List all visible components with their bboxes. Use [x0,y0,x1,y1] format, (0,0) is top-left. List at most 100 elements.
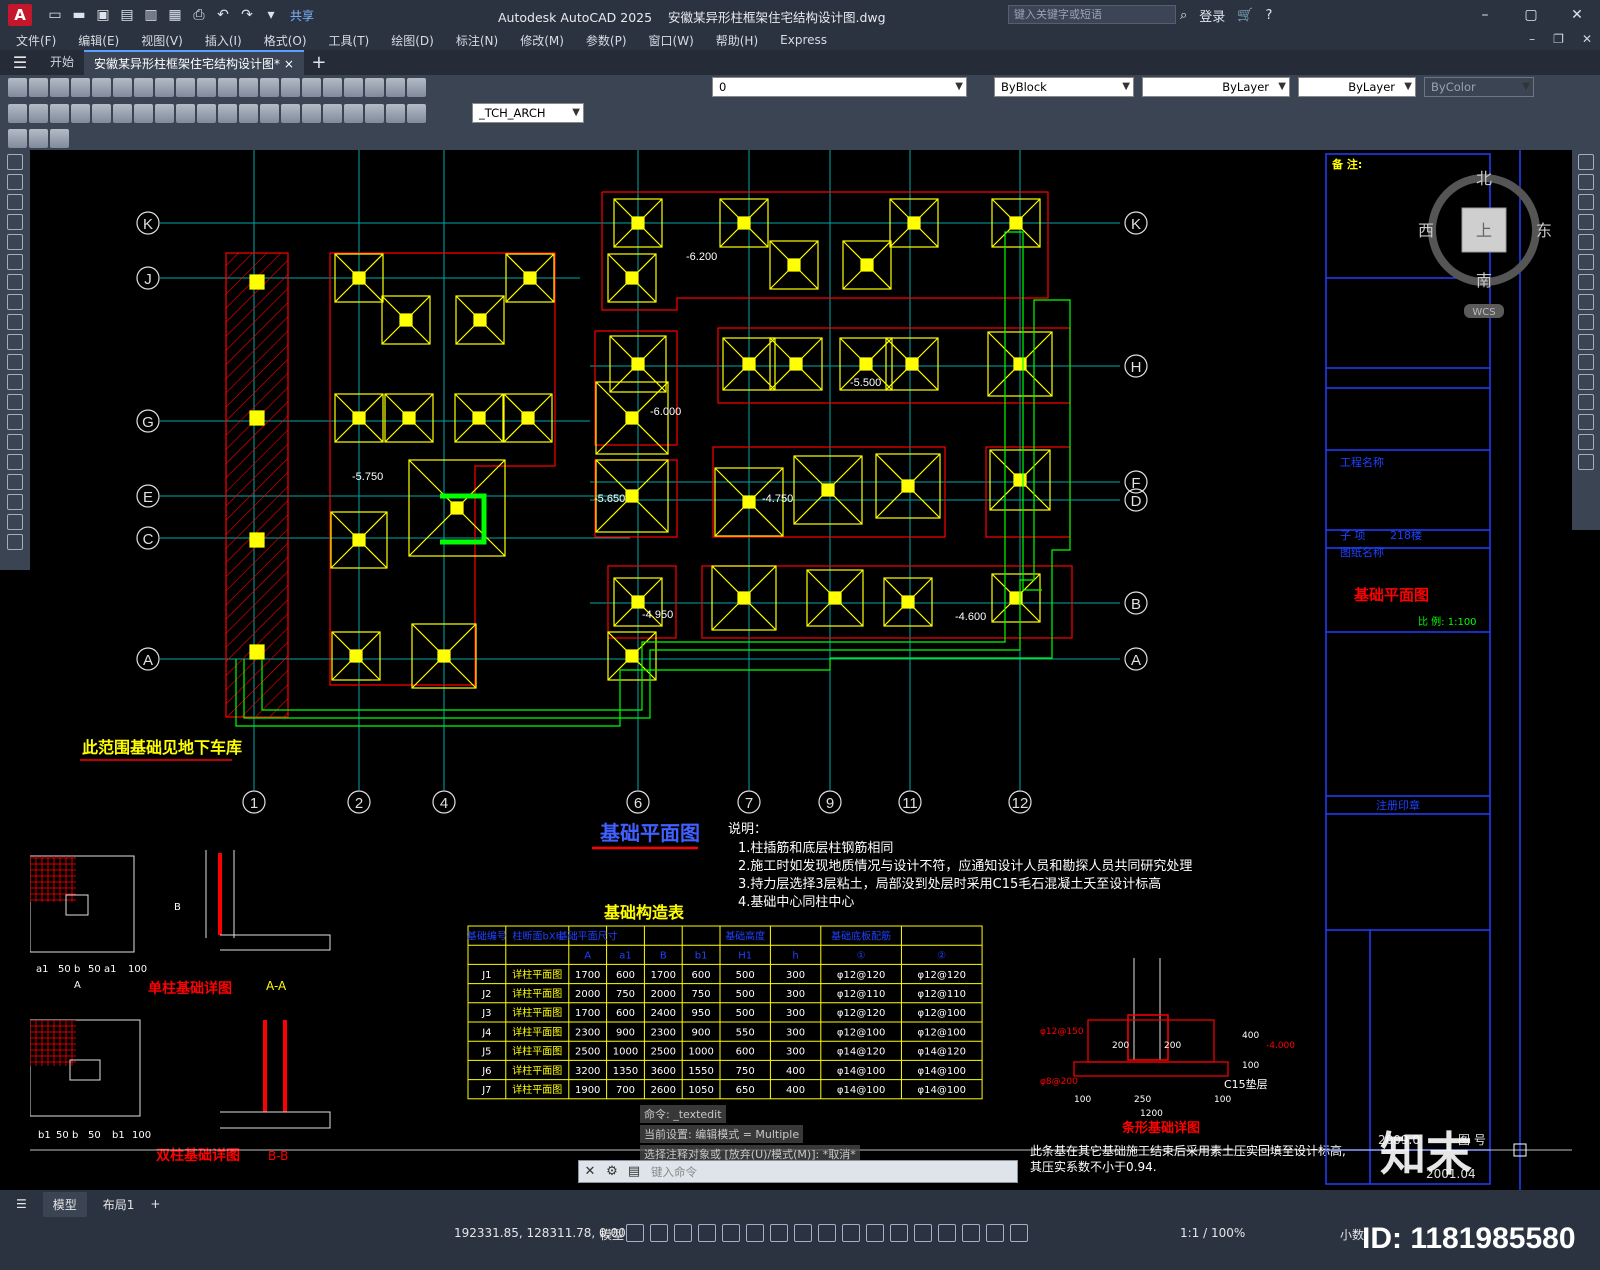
open-web-icon[interactable]: ▥ [142,7,160,23]
pan-icon[interactable] [260,78,279,97]
save-as-icon[interactable]: ▤ [118,7,136,23]
explode-tool-icon[interactable] [1578,454,1594,470]
menu-edit[interactable]: 编辑(E) [78,32,119,49]
region-tool-icon[interactable] [7,474,23,490]
polyline-tool-icon[interactable] [7,194,23,210]
gizmo-icon[interactable] [962,1224,980,1242]
viewcube-east[interactable]: 东 [1536,221,1552,240]
undo-icon[interactable]: ↶ [214,7,232,23]
center-mark-icon[interactable] [302,103,321,123]
doc-restore-button[interactable]: ❐ [1553,32,1564,46]
share-button[interactable]: 共享 [290,7,314,24]
join-tool-icon[interactable] [1578,394,1594,410]
tool-palette-icon[interactable] [365,78,384,97]
dim-space-icon[interactable] [239,103,258,123]
layer-dropdown[interactable]: 0 ▼ [712,77,967,97]
hatch-tool-icon[interactable] [7,434,23,450]
jogged-linear-icon[interactable] [344,103,363,123]
dynamic-input-icon[interactable] [698,1224,716,1242]
drawing-canvas[interactable]: K J G E C A K H F D B A 1 2 4 6 7 9 11 1… [30,150,1572,1190]
maximize-button[interactable]: ▢ [1508,0,1554,30]
annotation-scale[interactable]: 1:1 / 100% [1180,1226,1245,1240]
erase-tool-icon[interactable] [1578,154,1594,170]
dim-angular-icon[interactable] [155,103,174,123]
selection-cycling-icon[interactable] [890,1224,908,1242]
menu-tools[interactable]: 工具(T) [329,32,370,49]
menu-insert[interactable]: 插入(I) [205,32,242,49]
array-tool-icon[interactable] [1578,234,1594,250]
gradient-tool-icon[interactable] [7,454,23,470]
insert-block-icon[interactable] [7,374,23,390]
redo-icon[interactable]: ↷ [238,7,256,23]
preview-icon[interactable] [92,78,111,97]
design-center-icon[interactable] [344,78,363,97]
tab-model[interactable]: 模型 [42,1191,87,1217]
customize-icon[interactable]: ▾ [262,7,280,23]
help-tb-icon[interactable] [407,78,426,97]
cmd-history-dropdown-icon[interactable]: ▤ [623,1164,645,1179]
construction-line-icon[interactable] [7,174,23,190]
zoom-window-icon[interactable] [302,78,321,97]
viewcube-south[interactable]: 南 [1476,271,1492,290]
isodraft-icon[interactable] [770,1224,788,1242]
viewcube[interactable]: 上 北 南 西 东 WCS [1404,170,1564,330]
add-layout-button[interactable]: + [150,1197,160,1211]
layout-menu-icon[interactable]: ☰ [16,1197,27,1211]
draw-order-back-icon[interactable] [29,128,48,148]
menu-express[interactable]: Express [780,33,827,47]
polygon-tool-icon[interactable] [7,214,23,230]
quick-dim-icon[interactable] [176,103,195,123]
paste-icon[interactable] [176,78,195,97]
arc-tool-icon[interactable] [7,254,23,270]
ellipse-tool-icon[interactable] [7,334,23,350]
print-icon[interactable] [71,78,90,97]
point-tool-icon[interactable] [7,414,23,430]
scale-tool-icon[interactable] [1578,294,1594,310]
publish-icon[interactable]: ▦ [166,7,184,23]
viewcube-north[interactable]: 北 [1476,170,1492,188]
dim-update-icon[interactable] [407,103,426,123]
break-tool-icon[interactable] [1578,374,1594,390]
rotate-tool-icon[interactable] [1578,274,1594,290]
ortho-toggle-icon[interactable] [722,1224,740,1242]
fillet-tool-icon[interactable] [1578,434,1594,450]
doc-close-button[interactable]: ✕ [1582,32,1592,46]
menu-format[interactable]: 格式(O) [264,32,307,49]
linetype-dropdown[interactable]: ByLayer ▼ [1142,77,1290,97]
add-selected-icon[interactable] [7,534,23,550]
close-button[interactable]: ✕ [1554,0,1600,30]
plot-icon[interactable]: ⎙ [190,7,208,23]
object-snap-tracking-icon[interactable] [794,1224,812,1242]
color-dropdown[interactable]: ByBlock ▼ [994,77,1134,97]
copy-icon[interactable] [155,78,174,97]
revcloud-tool-icon[interactable] [7,294,23,310]
search-input[interactable]: 键入关键字或短语 [1008,5,1176,24]
dim-arc-icon[interactable] [50,103,69,123]
inspection-icon[interactable] [323,103,342,123]
move-tool-icon[interactable] [1578,254,1594,270]
properties-icon[interactable] [323,78,342,97]
minimize-button[interactable]: – [1462,0,1508,30]
cut-icon[interactable] [134,78,153,97]
snap-toggle-icon[interactable] [650,1224,668,1242]
extend-tool-icon[interactable] [1578,354,1594,370]
menu-dimension[interactable]: 标注(N) [456,32,498,49]
dim-linear-icon[interactable] [8,103,27,123]
menu-draw[interactable]: 绘图(D) [391,32,434,49]
model-space-toggle[interactable]: 模型 [600,1226,624,1243]
menu-window[interactable]: 窗口(W) [649,32,694,49]
rectangle-tool-icon[interactable] [7,234,23,250]
cart-icon[interactable]: 🛒 [1237,8,1253,23]
autocad-logo-icon[interactable]: A [8,4,32,26]
lineweight-toggle-icon[interactable] [842,1224,860,1242]
new-file-icon[interactable]: ▭ [46,7,64,23]
draw-order-text-icon[interactable] [50,128,69,148]
spline-tool-icon[interactable] [7,314,23,330]
menu-file[interactable]: 文件(F) [16,32,56,49]
infer-constraints-icon[interactable] [674,1224,692,1242]
save-tb-icon[interactable] [50,78,69,97]
offset-tool-icon[interactable] [1578,214,1594,230]
calculator-icon[interactable] [386,78,405,97]
open-icon[interactable] [29,78,48,97]
text-style-dropdown[interactable]: _TCH_ARCH ▼ [472,103,584,123]
